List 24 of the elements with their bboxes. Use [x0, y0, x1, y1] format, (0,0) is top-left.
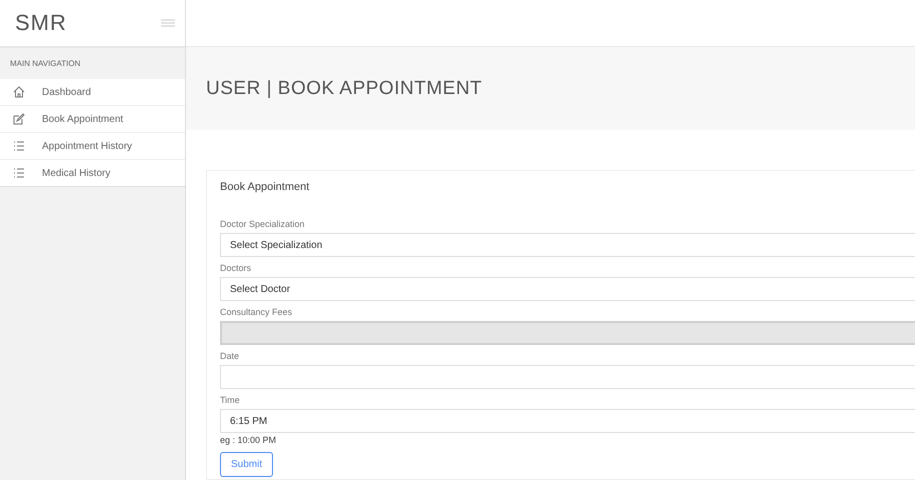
field-label: Consultancy Fees [220, 307, 294, 317]
field-label: Time [220, 395, 241, 405]
list-icon [13, 168, 25, 178]
nav-item[interactable]: Book Appointment [0, 105, 185, 132]
input-field[interactable]: Select Doctor [220, 277, 915, 301]
edit-icon [13, 113, 25, 125]
field-label: Date [220, 351, 240, 361]
submit-button[interactable]: Submit [220, 452, 274, 477]
page-title: USER | BOOK APPOINTMENT [206, 78, 482, 100]
input-field[interactable]: Select Specialization [220, 233, 915, 257]
app-logo: SMR [15, 10, 67, 36]
field-hint: eg : 10:00 PM [220, 435, 278, 445]
nav-item[interactable]: Dashboard [0, 79, 185, 105]
menu-icon[interactable] [161, 19, 175, 27]
field-label: Doctor Specialization [220, 219, 306, 229]
field-label: Doctors [220, 263, 252, 273]
input-field[interactable] [220, 365, 915, 389]
nav-item[interactable]: Appointment History [0, 132, 185, 159]
panel-title: Book Appointment [220, 181, 310, 193]
nav-heading: MAIN NAVIGATION [10, 59, 80, 68]
list-icon [13, 141, 25, 151]
nav-item[interactable]: Medical History [0, 159, 185, 186]
home-icon [13, 86, 25, 98]
input-field[interactable]: 6:15 PM [220, 409, 915, 433]
